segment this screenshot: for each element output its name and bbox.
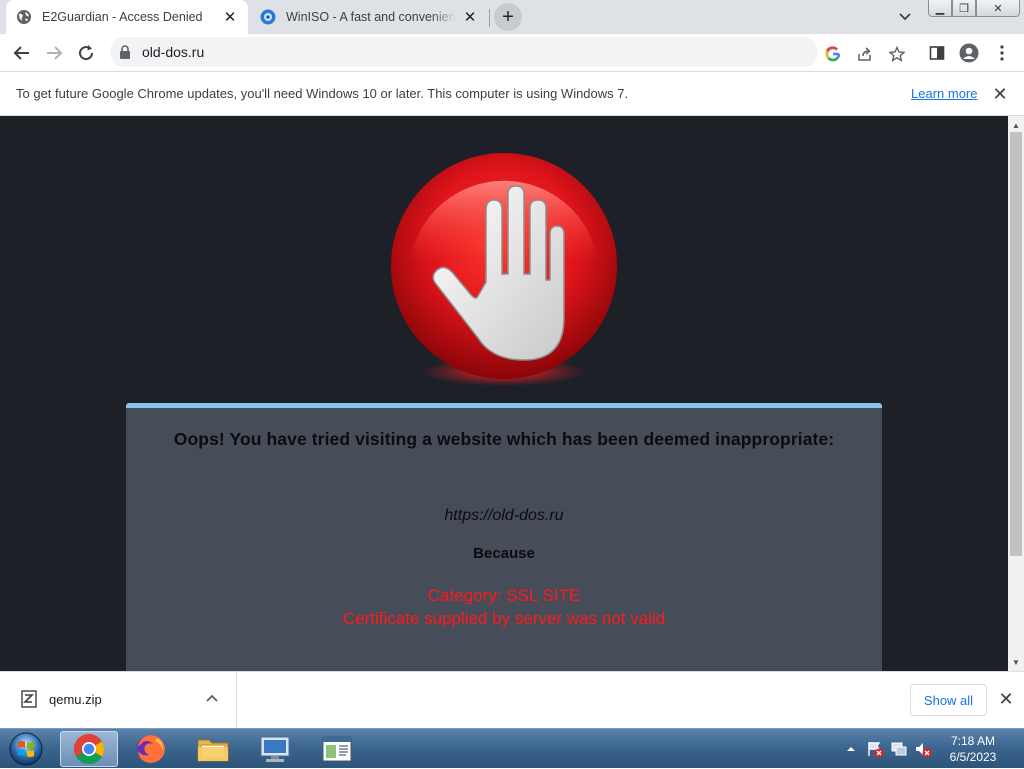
side-panel-icon[interactable] [927, 43, 947, 63]
stop-hand-icon [391, 153, 617, 386]
tab-separator [489, 9, 490, 27]
taskbar-clock[interactable]: 7:18 AM 6/5/2023 [938, 733, 1008, 765]
tab-search-chevron-icon[interactable] [896, 9, 914, 25]
explorer-icon [197, 739, 229, 762]
window-icon [322, 736, 352, 762]
back-arrow-icon [13, 46, 29, 60]
taskbar-explorer[interactable] [184, 731, 242, 767]
window-close-button[interactable]: ✕ [976, 0, 1020, 17]
chrome-icon [73, 734, 105, 765]
page-scrollbar[interactable]: ▲ ▼ [1008, 116, 1024, 671]
show-all-button[interactable]: Show all [910, 684, 987, 716]
download-item[interactable]: qemu.zip [0, 672, 237, 728]
update-infobar: To get future Google Chrome updates, you… [0, 71, 1024, 116]
browser-toolbar: old-dos.ru [0, 34, 1024, 71]
clock-time: 7:18 AM [950, 734, 996, 748]
action-center-flag-icon[interactable] [866, 740, 884, 758]
lock-icon[interactable] [119, 45, 131, 59]
forward-button[interactable] [40, 39, 68, 67]
tab-title: WinISO - A fast and convenient I [286, 10, 456, 24]
scroll-up-arrow-icon[interactable]: ▲ [1008, 118, 1024, 132]
address-bar[interactable]: old-dos.ru [110, 37, 905, 67]
scroll-down-arrow-icon[interactable]: ▼ [1008, 655, 1024, 669]
taskbar-firefox[interactable] [122, 731, 180, 767]
show-hidden-icons-icon[interactable] [842, 740, 860, 758]
tab-title: E2Guardian - Access Denied [42, 10, 203, 24]
remote-desktop-icon [260, 736, 290, 762]
share-icon[interactable] [856, 45, 874, 63]
clock-date: 6/5/2023 [949, 750, 997, 764]
download-filename[interactable]: qemu.zip [49, 692, 102, 707]
winiso-icon [260, 9, 276, 25]
forward-arrow-icon [47, 46, 63, 60]
network-icon[interactable] [890, 740, 908, 758]
chevron-up-icon[interactable] [204, 691, 220, 707]
profile-avatar-icon[interactable] [959, 43, 979, 63]
denied-message-panel: Oops! You have tried visiting a website … [126, 403, 882, 671]
google-lens-icon[interactable] [824, 45, 842, 63]
learn-more-link[interactable]: Learn more [911, 86, 977, 101]
minimize-button[interactable]: ▁ [928, 0, 952, 17]
reload-button[interactable] [72, 39, 100, 67]
back-button[interactable] [8, 39, 36, 67]
volume-muted-icon[interactable] [914, 740, 932, 758]
new-tab-button[interactable]: + [494, 3, 522, 31]
taskbar-window-app[interactable] [308, 731, 366, 767]
download-shelf-close-icon[interactable]: ✕ [996, 689, 1016, 709]
close-tab-icon[interactable]: ✕ [462, 9, 478, 26]
denied-headline: Oops! You have tried visiting a website … [173, 429, 835, 449]
close-tab-icon[interactable]: ✕ [222, 9, 238, 26]
maximize-button[interactable]: ❐ [952, 0, 976, 17]
scrollbar-thumb[interactable] [1010, 132, 1022, 556]
blocked-url-text: https://old-dos.ru [444, 507, 564, 524]
globe-icon [17, 10, 31, 24]
block-category-text: Category: SSL SITE [427, 586, 581, 605]
because-label: Because [473, 545, 535, 562]
kebab-menu-icon[interactable] [992, 43, 1012, 63]
tab-e2guardian[interactable]: E2Guardian - Access Denied ✕ [6, 0, 248, 34]
start-button[interactable] [6, 731, 46, 767]
system-tray: 7:18 AM 6/5/2023 [838, 729, 1024, 769]
page-viewport: Oops! You have tried visiting a website … [0, 116, 1008, 671]
tab-winiso[interactable]: WinISO - A fast and convenient I ✕ [250, 0, 488, 34]
tab-strip: E2Guardian - Access Denied ✕ WinISO - A … [0, 0, 1024, 34]
infobar-close-icon[interactable]: ✕ [990, 84, 1010, 104]
windows-taskbar: 7:18 AM 6/5/2023 [0, 728, 1024, 768]
download-shelf: qemu.zip Show all ✕ [0, 671, 1024, 728]
reload-icon [79, 45, 94, 61]
zip-file-icon [21, 690, 37, 708]
infobar-message: To get future Google Chrome updates, you… [16, 86, 629, 101]
taskbar-remote-desktop[interactable] [246, 731, 304, 767]
firefox-icon [137, 735, 165, 763]
block-reason-text: Certificate supplied by server was not v… [342, 609, 666, 628]
taskbar-chrome[interactable] [60, 731, 118, 767]
bookmark-star-icon[interactable] [888, 45, 906, 63]
url-text[interactable]: old-dos.ru [142, 44, 204, 60]
